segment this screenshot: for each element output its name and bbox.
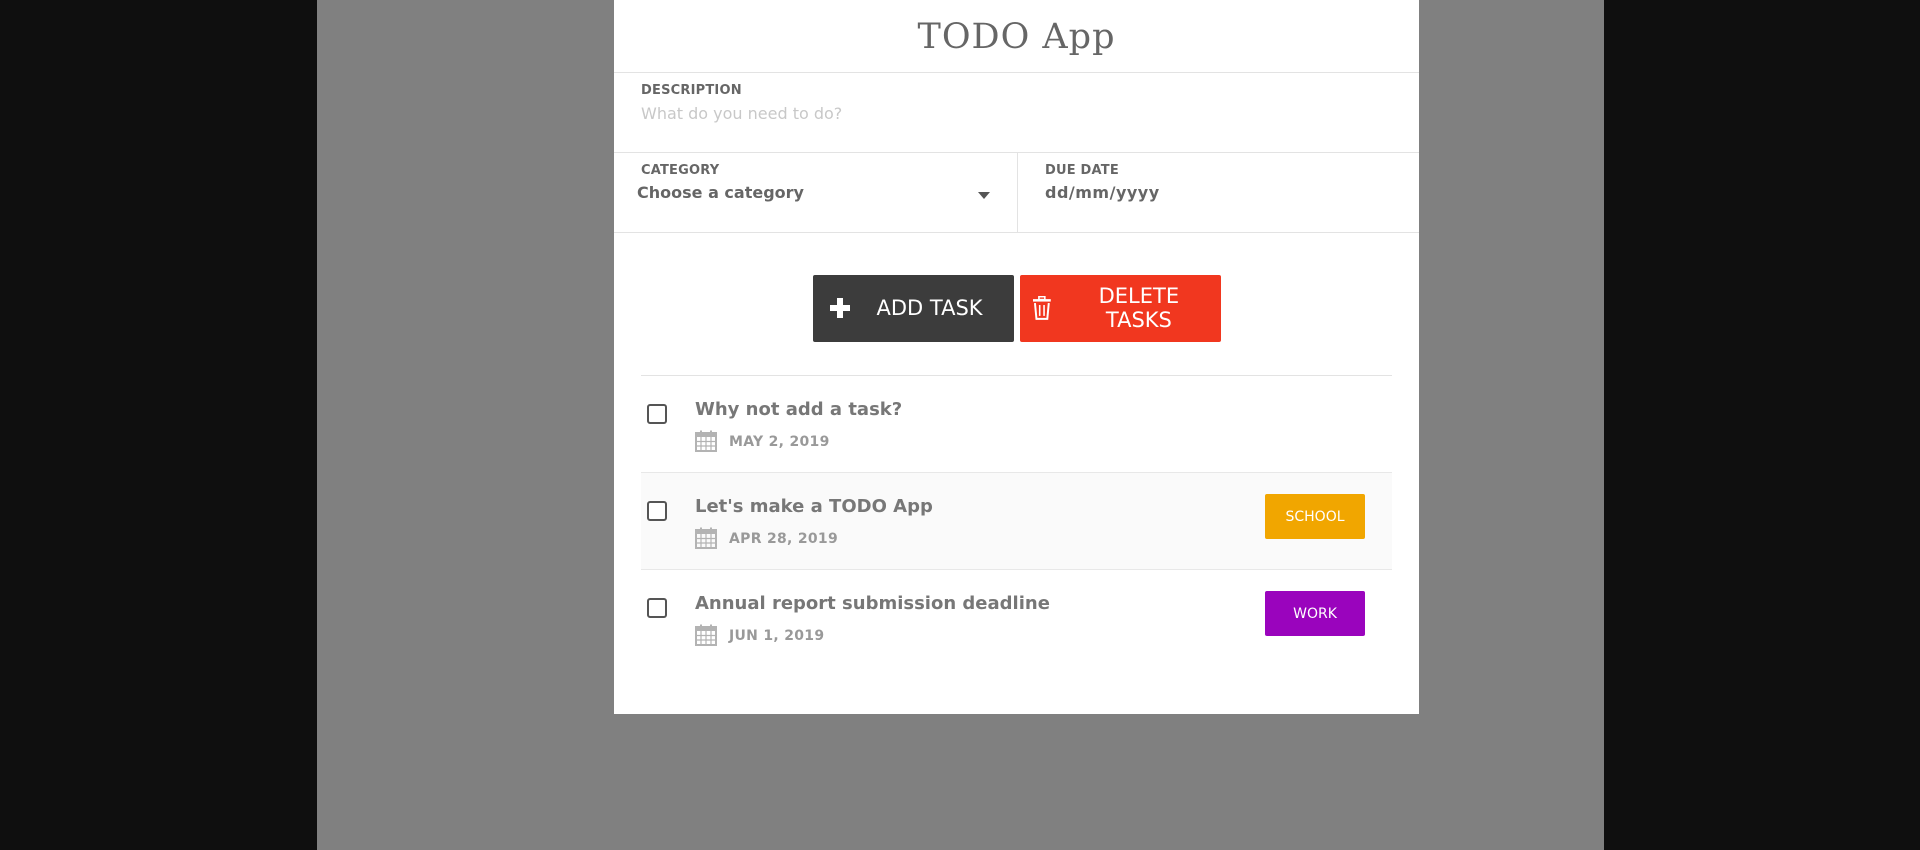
- plus-icon: [829, 298, 850, 318]
- chevron-down-icon[interactable]: [978, 192, 990, 199]
- task-title: Let's make a TODO App: [695, 496, 933, 517]
- calendar-icon: [695, 430, 717, 452]
- task-title: Annual report submission deadline: [695, 593, 1050, 614]
- task-list: Why not add a task? MAY 2, 2019 Let's ma…: [641, 375, 1392, 666]
- form-row: CATEGORY Choose a category DUE DATE dd/m…: [614, 153, 1419, 233]
- add-task-button[interactable]: ADD TASK: [812, 274, 1014, 342]
- due-date-input[interactable]: dd/mm/yyyy: [1045, 183, 1392, 202]
- delete-tasks-label: DELETE TASKS: [1098, 284, 1180, 332]
- category-value[interactable]: Choose a category: [637, 183, 990, 202]
- description-label: DESCRIPTION: [641, 83, 742, 98]
- description-field: DESCRIPTION: [614, 73, 1419, 153]
- task-checkbox[interactable]: [647, 598, 667, 618]
- page-title: TODO App: [614, 0, 1419, 73]
- add-task-label: ADD TASK: [876, 296, 983, 320]
- category-select[interactable]: CATEGORY Choose a category: [614, 153, 1018, 232]
- list-item: Annual report submission deadline JUN 1,…: [641, 570, 1392, 666]
- task-date: MAY 2, 2019: [729, 434, 830, 450]
- list-item: Why not add a task? MAY 2, 2019: [641, 376, 1392, 473]
- task-date: APR 28, 2019: [729, 531, 838, 547]
- trash-icon: [1032, 296, 1051, 320]
- calendar-icon: [695, 624, 717, 646]
- calendar-icon: [695, 527, 717, 549]
- due-date-label: DUE DATE: [1045, 163, 1119, 178]
- category-tag: SCHOOL: [1265, 494, 1365, 539]
- category-label: CATEGORY: [641, 163, 720, 178]
- list-item: Let's make a TODO App APR 28, 2019 SCHOO…: [641, 473, 1392, 570]
- task-title: Why not add a task?: [695, 399, 903, 420]
- todo-card: TODO App DESCRIPTION CATEGORY Choose a c…: [614, 0, 1419, 714]
- category-tag: WORK: [1265, 591, 1365, 636]
- due-date-field[interactable]: DUE DATE dd/mm/yyyy: [1018, 153, 1419, 232]
- task-checkbox[interactable]: [647, 501, 667, 521]
- task-checkbox[interactable]: [647, 404, 667, 424]
- task-date: JUN 1, 2019: [729, 628, 825, 644]
- description-input[interactable]: [641, 104, 1392, 123]
- delete-tasks-button[interactable]: DELETE TASKS: [1019, 274, 1221, 342]
- action-buttons: ADD TASK DELETE TASKS: [614, 233, 1419, 375]
